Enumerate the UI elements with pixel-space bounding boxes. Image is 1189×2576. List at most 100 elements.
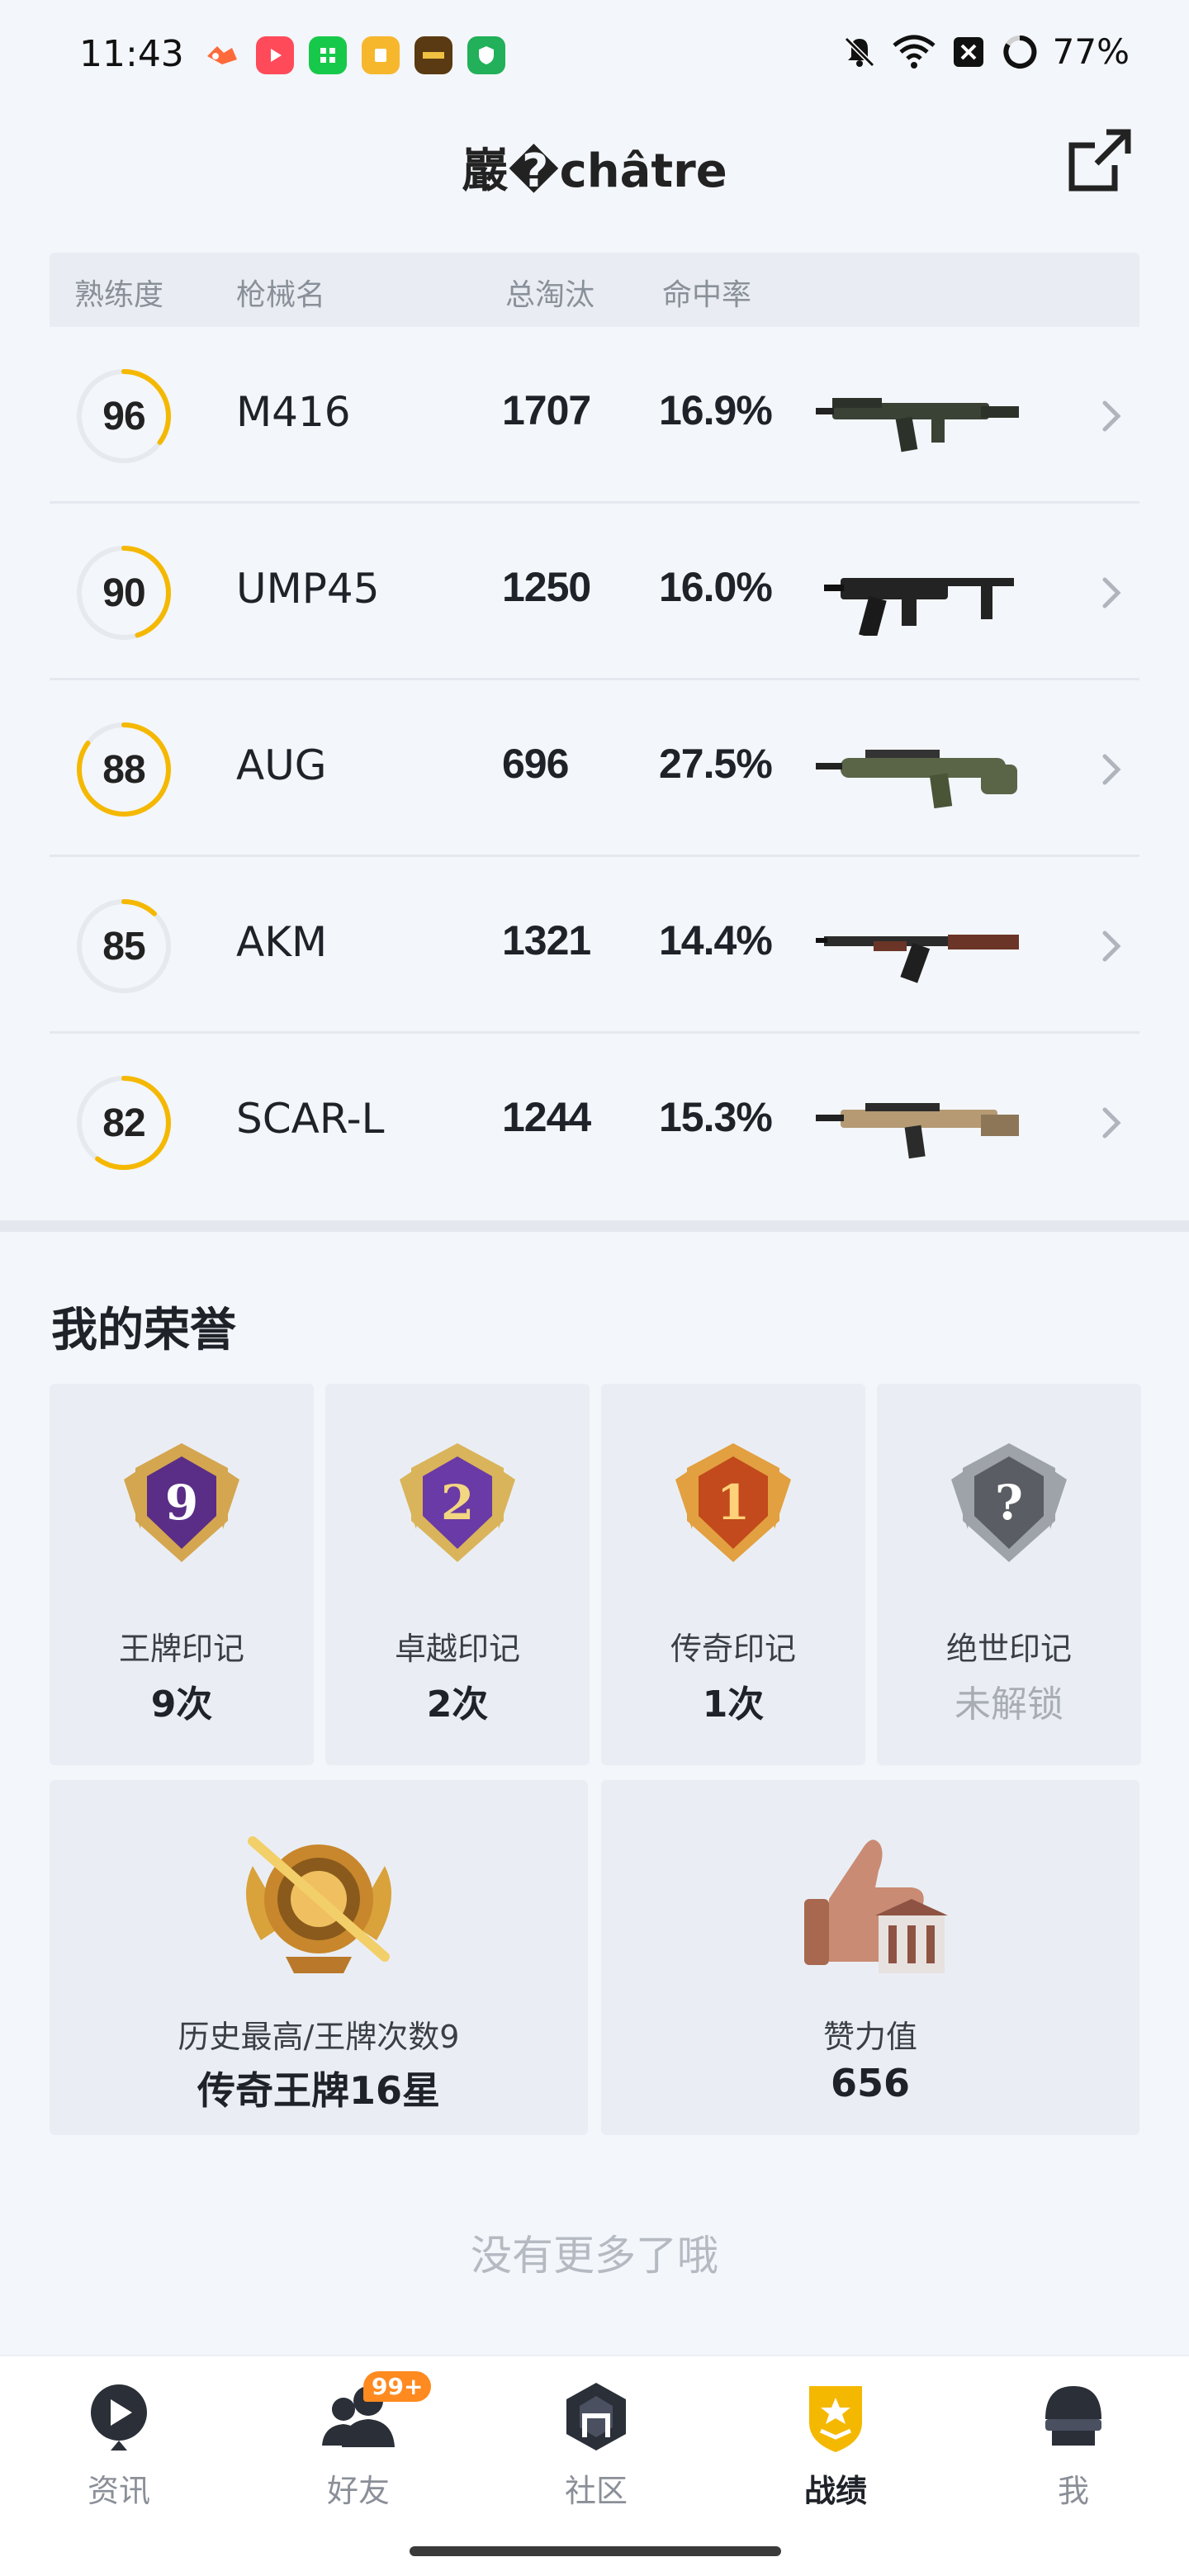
highest-rank-card[interactable]: 历史最高/王牌次数9 传奇王牌16星 [50,1780,588,2135]
weapon-name: UMP45 [236,565,380,613]
game-app-icon [414,36,452,74]
badge-number: 9 [165,1475,198,1531]
badge-name: 绝世印记 [945,1631,1072,1667]
friends-badge: 99+ [363,2371,432,2402]
battery-percent: 77% [1052,31,1130,72]
proficiency-value: 82 [102,1101,145,1145]
badge-name: 卓越印记 [394,1631,520,1667]
chevron-right-icon [1102,930,1121,962]
honor-badge-card[interactable]: 2 卓越印记 2次 [325,1384,590,1765]
header-total-kills: 总淘汰 [505,278,595,312]
proficiency-value: 90 [102,571,145,615]
nav-label-community: 社区 [564,2473,628,2509]
grid-app-icon [309,36,347,74]
status-bar: 11:43 77% [0,0,1189,107]
highest-rank-label: 历史最高/王牌次数9 [178,2019,460,2055]
weapon-name: M416 [236,388,351,436]
effort-value-label: 赞力值 [822,2019,917,2055]
nav-item-friends[interactable]: 99+ 好友 [276,2371,441,2517]
ace-emblem-icon: 9 [124,1443,239,1562]
badge-count: 2次 [426,1683,489,1726]
chevron-right-icon [1102,1107,1121,1139]
header-proficiency: 熟练度 [74,278,164,312]
weapon-table: 熟练度 枪械名 总淘汰 命中率 96 M416 1707 16.9% 90 UMP45 12… [50,253,1139,1210]
badge-count: 9次 [150,1683,213,1726]
honor-badge-card[interactable]: ? 绝世印记未解锁 [877,1384,1141,1765]
page-title: 巖�châtre [462,144,727,198]
badge-count: 未解锁 [955,1683,1063,1726]
status-time: 11:43 [79,33,184,75]
weapon-hit-rate: 27.5% [659,741,773,787]
weapon-hit-rate: 15.3% [659,1094,773,1140]
chevron-right-icon [1102,754,1121,785]
elite-emblem-icon: 2 [400,1443,515,1562]
weapon-kills: 1321 [502,917,591,964]
weapon-name: SCAR-L [236,1095,385,1143]
profile-icon [1045,2386,1101,2446]
section-divider [0,1220,1189,1232]
home-indicator[interactable] [410,2546,781,2556]
shield-app-icon [467,36,505,74]
record-icon [809,2386,862,2452]
weapon-table-header: 熟练度 枪械名 总淘汰 命中率 [50,253,1139,327]
proficiency-value: 96 [102,394,145,438]
nav-item-record[interactable]: 战绩 [753,2376,918,2517]
badge-number: ? [995,1475,1023,1531]
page-header: 巖�châtre [0,116,1189,215]
video-app-icon [256,36,294,74]
weapon-row-m416[interactable]: 96 M416 1707 16.9% [50,327,1139,504]
close-box-icon [953,36,983,67]
effort-value: 656 [830,2061,911,2105]
status-app-icons [203,36,505,74]
ump45-gun-icon [824,578,1014,636]
battery-ring-icon [1002,35,1037,69]
book-app-icon [362,36,400,74]
m416-gun-icon [816,398,1019,452]
honors-title: 我的荣誉 [51,1304,236,1357]
nav-item-news[interactable]: 资讯 [36,2376,201,2517]
badge-name: 传奇印记 [670,1631,796,1667]
badge-count: 1次 [702,1683,765,1726]
nav-label-record: 战绩 [803,2473,867,2509]
badge-name: 王牌印记 [118,1631,244,1667]
community-icon [566,2383,626,2451]
weapon-row-ump45[interactable]: 90 UMP45 1250 16.0% [50,504,1139,680]
header-weapon-name: 枪械名 [236,278,326,312]
badge-number: 2 [441,1475,474,1531]
weapon-kills: 696 [502,741,569,787]
chevron-right-icon [1102,577,1121,608]
nav-item-profile[interactable]: 我 [991,2376,1156,2517]
weapon-hit-rate: 16.0% [659,564,773,610]
weapon-hit-rate: 16.9% [659,387,773,433]
news-icon [91,2384,147,2451]
honor-badge-card[interactable]: 9 王牌印记 9次 [50,1384,314,1765]
weapon-row-scarl[interactable]: 82 SCAR-L 1244 15.3% [50,1034,1139,1210]
weapon-kills: 1244 [502,1094,591,1140]
weapon-hit-rate: 14.4% [659,917,773,964]
aug-gun-icon [816,750,1017,809]
weapon-kills: 1250 [502,564,591,610]
weapon-row-akm[interactable]: 85 AKM 1321 14.4% [50,857,1139,1034]
header-hit-rate: 命中率 [662,278,752,312]
weapon-kills: 1707 [502,387,591,433]
locked-emblem-icon: ? [951,1443,1067,1562]
share-external-icon[interactable] [1065,125,1135,195]
status-indicators: 77% [841,31,1130,72]
effort-value-card[interactable]: 赞力值 656 [601,1780,1139,2135]
weapon-name: AKM [236,918,328,966]
honor-badge-card[interactable]: 1 传奇印记 1次 [601,1384,865,1765]
proficiency-value: 88 [102,747,145,792]
mute-bell-icon [844,36,874,67]
chevron-right-icon [1102,400,1121,432]
highest-rank-value: 传奇王牌16星 [197,2068,440,2113]
nav-label-profile: 我 [1057,2473,1089,2509]
akm-gun-icon [816,935,1019,983]
nav-label-friends: 好友 [326,2473,390,2509]
app-notification-icon [203,36,241,74]
nav-label-news: 资讯 [87,2473,150,2509]
legend-emblem-icon: 1 [675,1443,791,1562]
weapon-row-aug[interactable]: 88 AUG 696 27.5% [50,680,1139,857]
no-more-text: 没有更多了哦 [471,2232,718,2280]
bottom-nav: 资讯 99+ 好友 社区 战绩 我 [0,2355,1189,2576]
nav-item-community[interactable]: 社区 [514,2376,679,2517]
